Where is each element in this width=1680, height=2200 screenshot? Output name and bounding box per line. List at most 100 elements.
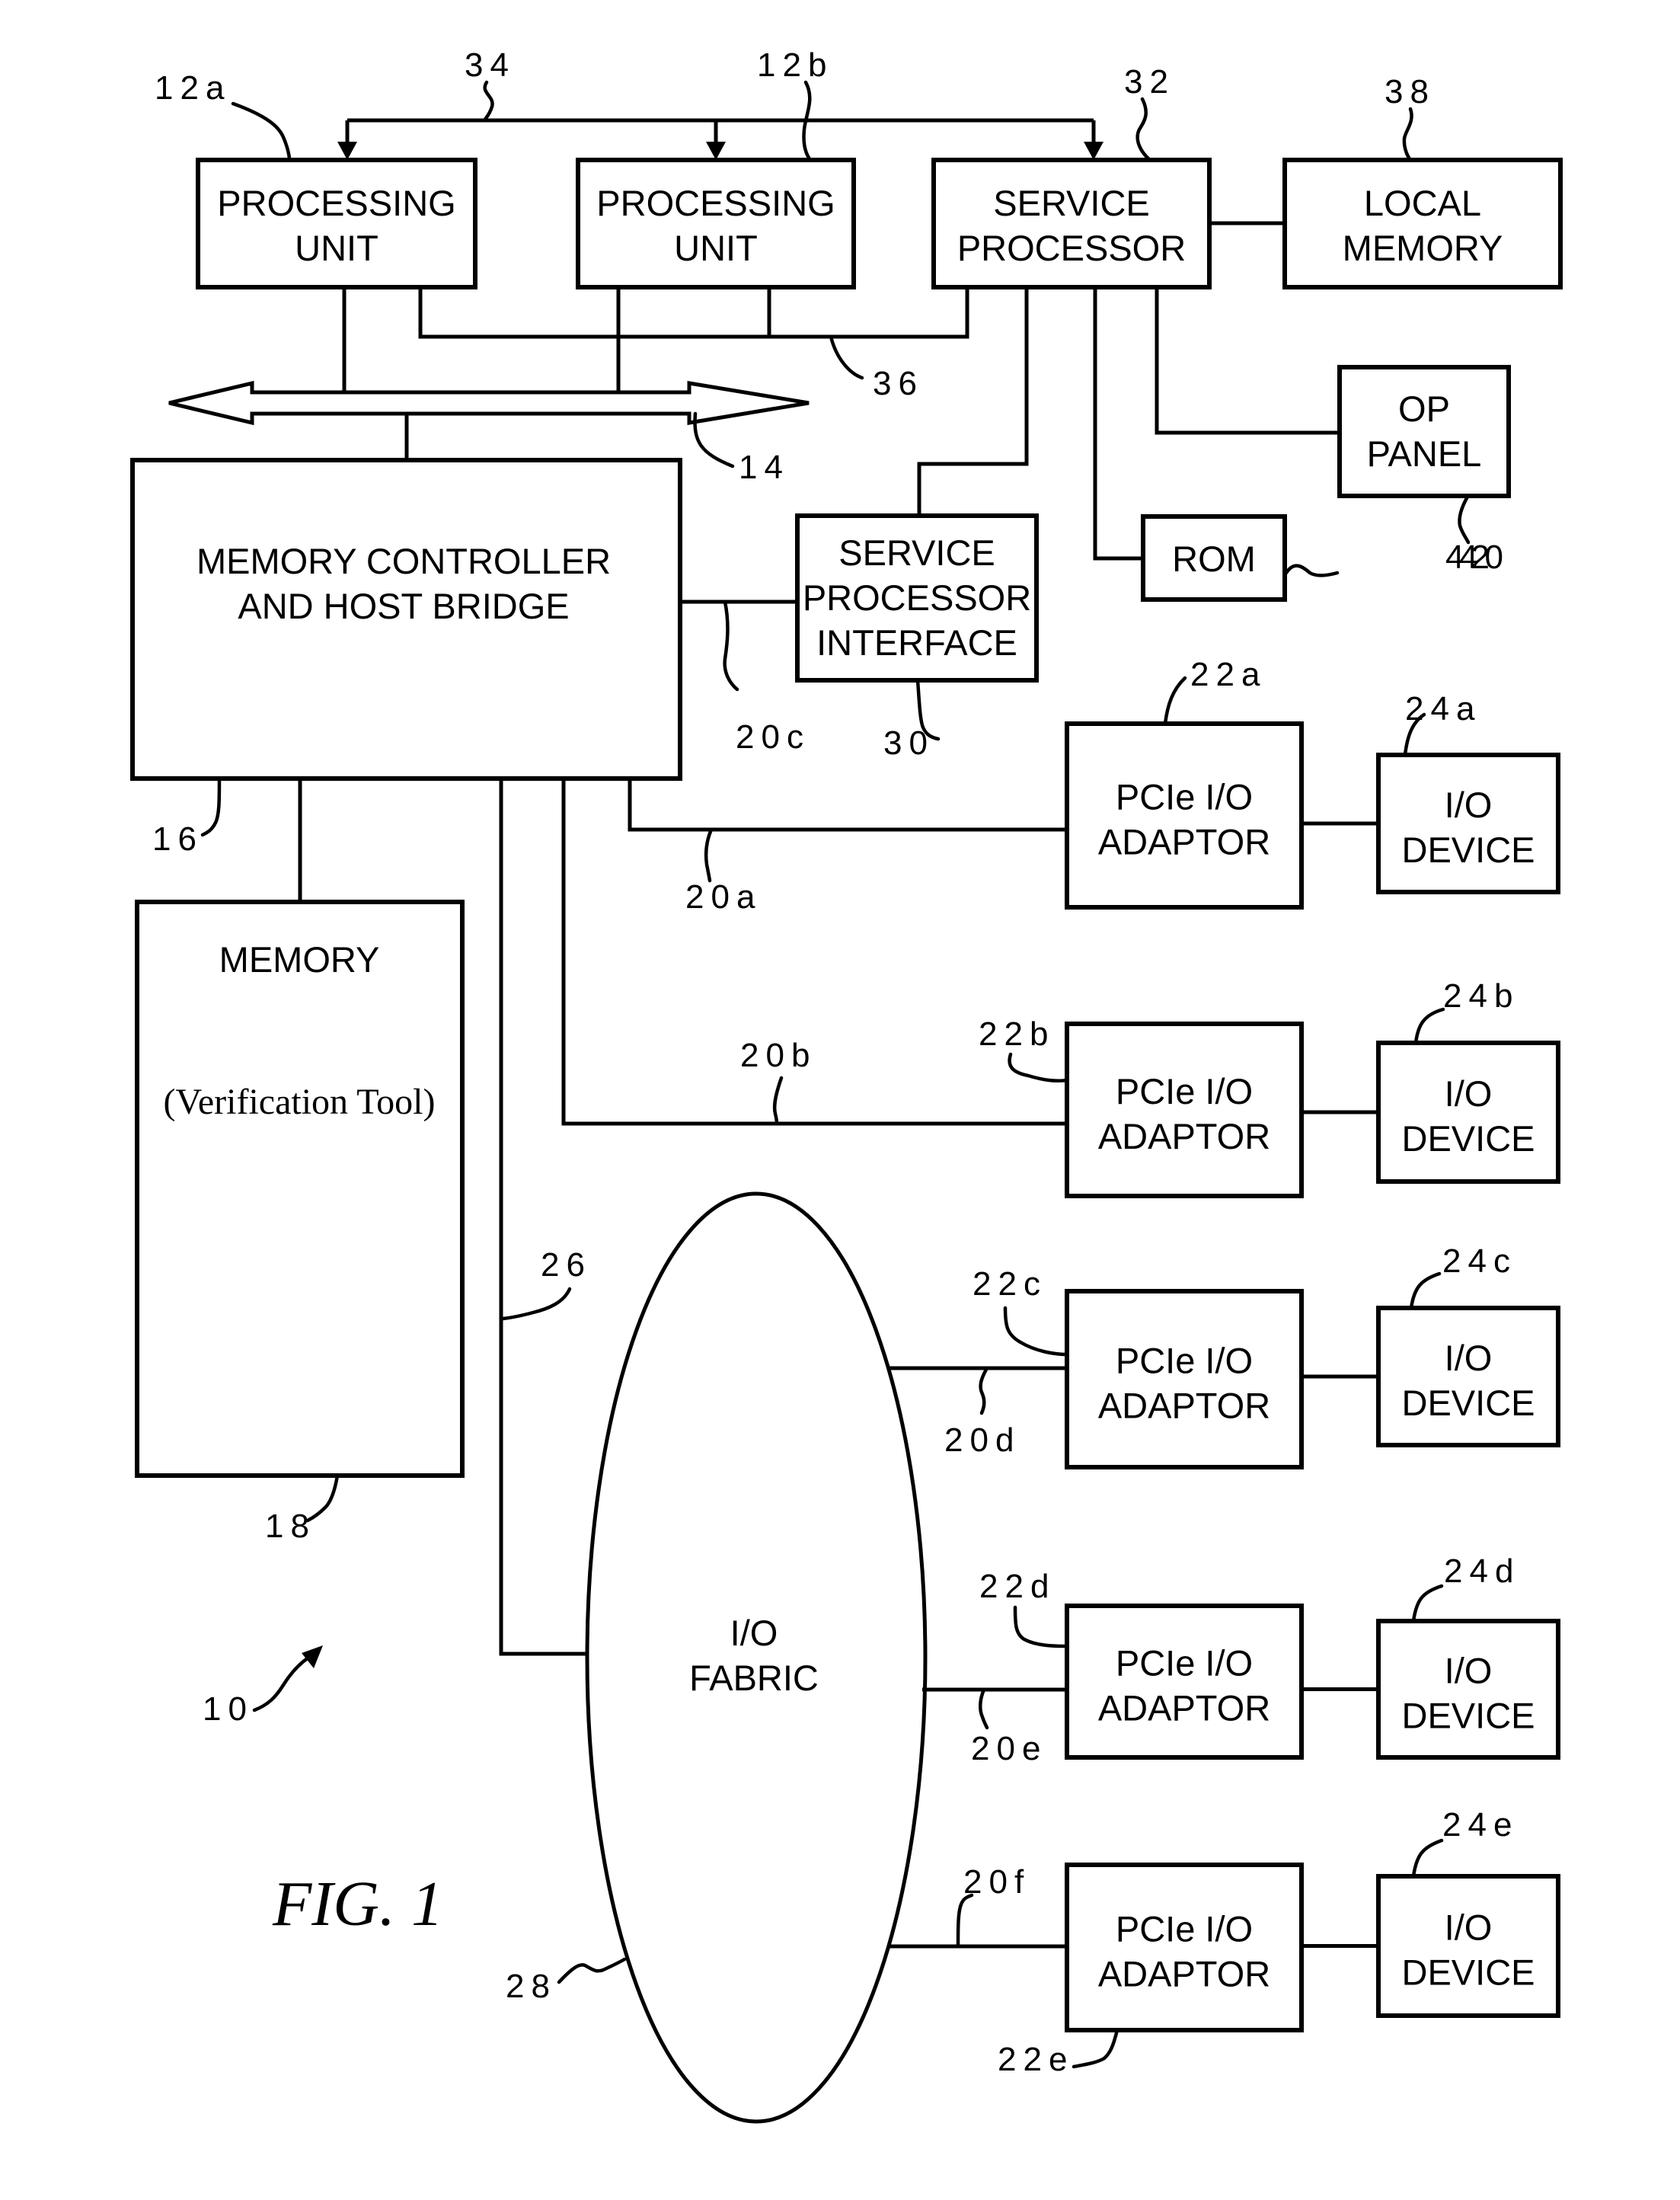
local-memory-line1: LOCAL: [1364, 183, 1481, 223]
figure-caption: FIG. 1: [272, 1869, 443, 1939]
ref-22d: 22d: [979, 1568, 1056, 1605]
io-device-a: I/O DEVICE: [1376, 753, 1560, 894]
memory: MEMORY (Verification Tool): [135, 900, 465, 1478]
processing-unit-b-line1: PROCESSING: [596, 183, 835, 223]
memory-line1: MEMORY: [219, 939, 380, 980]
ref-12b: 12b: [757, 46, 833, 84]
pcie-adaptor-e: PCIe I/O ADAPTOR: [1065, 1863, 1304, 2032]
ref-22b: 22b: [979, 1015, 1055, 1053]
spi-line3: INTERFACE: [816, 622, 1017, 663]
io-fabric-line1: I/O: [730, 1613, 778, 1653]
ref-20c: 20c: [736, 718, 810, 756]
device-c-line2: DEVICE: [1402, 1383, 1535, 1423]
service-bus-34: [337, 118, 1103, 160]
op-panel: OP PANEL: [1337, 365, 1511, 498]
processing-unit-b-line2: UNIT: [674, 228, 758, 268]
sp-to-op-panel: [1155, 287, 1340, 435]
adaptor-e-line1: PCIe I/O: [1116, 1909, 1253, 1949]
ref-20d: 20d: [944, 1421, 1020, 1459]
arrow-icon: [302, 1645, 323, 1668]
ref-26: 26: [541, 1246, 592, 1284]
ref-42-visible: 42: [1445, 539, 1496, 576]
service-processor: SERVICE PROCESSOR: [931, 158, 1212, 289]
device-e-line2: DEVICE: [1402, 1952, 1535, 1993]
service-processor-line1: SERVICE: [993, 183, 1150, 223]
memory-line2: (Verification Tool): [164, 1082, 436, 1122]
rom: ROM: [1141, 514, 1287, 602]
arrow-down-icon: [706, 142, 726, 160]
adaptor-d-line1: PCIe I/O: [1116, 1643, 1253, 1684]
adaptor-a-line1: PCIe I/O: [1116, 777, 1253, 817]
pcie-adaptor-a: PCIe I/O ADAPTOR: [1065, 721, 1304, 910]
op-panel-line1: OP: [1398, 389, 1450, 429]
adaptor-d-line2: ADAPTOR: [1098, 1688, 1270, 1728]
system-bus-14: [168, 380, 810, 426]
ref-18: 18: [265, 1508, 316, 1545]
service-processor-line2: PROCESSOR: [957, 228, 1186, 268]
ref-30: 30: [883, 724, 934, 762]
device-b-line2: DEVICE: [1402, 1118, 1535, 1159]
ref-24e: 24e: [1442, 1806, 1519, 1843]
jtag-bus-36: [418, 287, 969, 339]
sp-to-spi: [917, 287, 1029, 516]
adaptor-a-line2: ADAPTOR: [1098, 822, 1270, 862]
adaptor-b-line1: PCIe I/O: [1116, 1071, 1253, 1111]
spi-line1: SERVICE: [838, 532, 995, 573]
memory-controller-line1: MEMORY CONTROLLER: [196, 541, 611, 581]
rom-label: ROM: [1172, 539, 1256, 579]
ref-12a: 12a: [155, 69, 231, 107]
ref-34: 34: [465, 46, 516, 84]
ref-24d: 24d: [1444, 1552, 1520, 1590]
device-d-line1: I/O: [1445, 1651, 1493, 1691]
io-device-e: I/ODEVICE: [1376, 1874, 1560, 2018]
device-d-line2: DEVICE: [1402, 1696, 1535, 1736]
ref-20a: 20a: [685, 878, 762, 916]
adaptor-c-line2: ADAPTOR: [1098, 1386, 1270, 1426]
pcie-adaptor-b: PCIe I/O ADAPTOR: [1065, 1022, 1304, 1198]
adaptor-c-line1: PCIe I/O: [1116, 1341, 1253, 1381]
link-26: [499, 779, 588, 1656]
ref-20f: 20f: [963, 1863, 1030, 1901]
processing-unit-b: PROCESSING UNIT: [576, 158, 856, 289]
processing-unit-a: PROCESSING UNIT: [196, 158, 477, 289]
ref-16: 16: [152, 820, 203, 858]
local-memory-line2: MEMORY: [1343, 228, 1503, 268]
ref-20b: 20b: [740, 1037, 816, 1074]
link-20a: [628, 779, 1067, 832]
io-device-d: I/O DEVICE: [1376, 1619, 1560, 1760]
ref-24b: 24b: [1443, 977, 1519, 1015]
pcie-adaptor-d: PCIe I/OADAPTOR: [1065, 1604, 1304, 1760]
ref-22e: 22e: [998, 2041, 1074, 2078]
device-e-line1: I/O: [1445, 1907, 1493, 1948]
local-memory: LOCAL MEMORY: [1282, 158, 1563, 289]
processing-unit-a-line1: PROCESSING: [217, 183, 455, 223]
ref-24c: 24c: [1442, 1242, 1517, 1280]
device-a-line1: I/O: [1445, 785, 1493, 825]
system-block-diagram: PROCESSING UNIT PROCESSING UNIT SERVICE …: [130, 46, 1563, 2124]
adaptor-e-line2: ADAPTOR: [1098, 1954, 1270, 1994]
ref-28: 28: [506, 1968, 557, 2005]
ref-14: 14: [739, 449, 790, 486]
pcie-adaptor-c: PCIe I/O ADAPTOR: [1065, 1289, 1304, 1469]
arrow-down-icon: [1084, 142, 1103, 160]
ref-22c: 22c: [973, 1265, 1047, 1303]
op-panel-line2: PANEL: [1367, 433, 1482, 474]
device-a-line2: DEVICE: [1402, 830, 1535, 870]
device-b-line1: I/O: [1445, 1073, 1493, 1114]
io-device-c: I/O DEVICE: [1376, 1306, 1560, 1447]
sp-to-rom: [1093, 287, 1143, 561]
ref-20e: 20e: [971, 1730, 1047, 1767]
memory-controller-line2: AND HOST BRIDGE: [238, 586, 569, 626]
ref-32: 32: [1124, 63, 1175, 101]
ref-22a: 22a: [1190, 656, 1266, 693]
memory-controller-host-bridge: MEMORY CONTROLLER AND HOST BRIDGE: [130, 458, 682, 781]
io-fabric: I/O FABRIC: [585, 1191, 928, 2124]
service-processor-interface: SERVICE PROCESSOR INTERFACE: [795, 513, 1039, 683]
device-c-line1: I/O: [1445, 1338, 1493, 1378]
spi-line2: PROCESSOR: [803, 577, 1031, 618]
adaptor-b-line2: ADAPTOR: [1098, 1116, 1270, 1156]
arrow-down-icon: [337, 142, 357, 160]
processing-unit-a-line2: UNIT: [295, 228, 378, 268]
io-fabric-line2: FABRIC: [689, 1658, 819, 1698]
io-device-b: I/ODEVICE: [1376, 1041, 1560, 1184]
